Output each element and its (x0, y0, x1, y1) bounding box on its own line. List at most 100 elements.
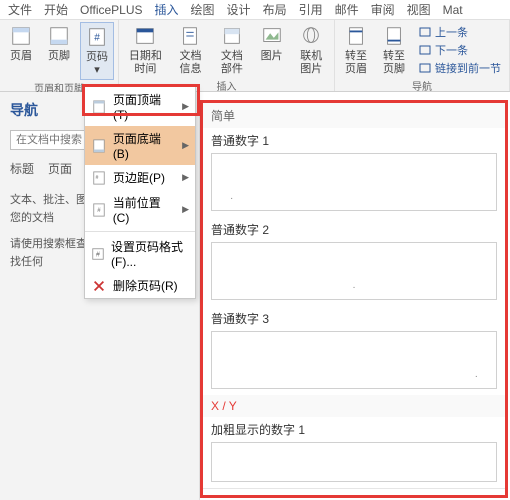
goto-header-icon (344, 24, 368, 48)
menu-page-bottom-label: 页面底端(B) (113, 130, 176, 161)
menu-remove-page-number[interactable]: 删除页码(R) (85, 273, 195, 298)
gallery-item-2[interactable]: 普通数字 2 · (203, 217, 505, 306)
menu-current-position[interactable]: # 当前位置(C) ▶ (85, 190, 195, 229)
nav-tab-pages[interactable]: 页面 (48, 160, 72, 177)
chevron-right-icon: ▶ (182, 172, 189, 183)
date-time-label: 日期和时间 (127, 50, 164, 76)
header-button[interactable]: 页眉 (4, 22, 38, 80)
online-picture-label: 联机图片 (297, 50, 326, 76)
nav-links: 上一条 下一条 链接到前一节 (415, 22, 505, 78)
group-header-footer: 页眉 页脚 # 页码 ▾ 页眉和页脚 (0, 20, 119, 91)
next-link[interactable]: 下一条 (419, 42, 501, 58)
group-insert-label: 插入 (217, 78, 237, 94)
footer-icon (47, 24, 71, 48)
doc-info-button[interactable]: 文档信息 (172, 22, 209, 78)
doc-parts-button[interactable]: 文档部件 (213, 22, 250, 78)
menu-page-top-label: 页面顶端(T) (113, 91, 176, 122)
menu-page-bottom[interactable]: 页面底端(B) ▶ (85, 126, 195, 165)
menu-separator (85, 231, 195, 232)
gallery-item-3[interactable]: 普通数字 3 · (203, 306, 505, 395)
menu-remove-label: 删除页码(R) (113, 277, 178, 294)
tab-mat[interactable]: Mat (443, 3, 463, 17)
tab-officeplus[interactable]: OfficePLUS (80, 3, 142, 17)
next-icon (419, 45, 431, 55)
header-icon (9, 24, 33, 48)
page-number-menu: 页面顶端(T) ▶ 页面底端(B) ▶ # 页边距(P) ▶ # 当前位置(C)… (84, 86, 196, 299)
gallery-item-bold-1-label: 加粗显示的数字 1 (211, 421, 497, 438)
group-navigation-label: 导航 (412, 78, 432, 94)
goto-footer-label: 转至页脚 (381, 50, 407, 76)
format-icon: # (91, 246, 105, 262)
prev-icon (419, 27, 431, 37)
svg-text:#: # (96, 174, 99, 180)
menu-format-page-number[interactable]: # 设置页码格式(F)... (85, 234, 195, 273)
tab-file[interactable]: 文件 (8, 1, 32, 18)
picture-icon (260, 24, 284, 48)
current-pos-icon: # (91, 202, 107, 218)
tab-references[interactable]: 引用 (299, 1, 323, 18)
tab-insert[interactable]: 插入 (155, 1, 179, 18)
page-bottom-icon (91, 138, 107, 154)
footer-label: 页脚 (48, 50, 70, 63)
date-time-button[interactable]: 日期和时间 (123, 22, 168, 78)
goto-header-button[interactable]: 转至页眉 (339, 22, 373, 78)
menu-format-label: 设置页码格式(F)... (111, 238, 189, 269)
svg-text:#: # (97, 206, 101, 213)
gallery-item-2-label: 普通数字 2 (211, 221, 497, 238)
goto-footer-icon (382, 24, 406, 48)
menu-current-position-label: 当前位置(C) (113, 194, 176, 225)
gallery-section-xy: X / Y (203, 395, 505, 417)
svg-text:#: # (96, 251, 100, 258)
tab-review[interactable]: 审阅 (371, 1, 395, 18)
chevron-right-icon: ▶ (182, 101, 189, 112)
gallery-item-bold-1[interactable]: 加粗显示的数字 1 (203, 417, 505, 488)
menu-page-margin-label: 页边距(P) (113, 169, 165, 186)
page-number-icon: # (85, 25, 109, 49)
tab-draw[interactable]: 绘图 (191, 1, 215, 18)
doc-parts-label: 文档部件 (217, 50, 246, 76)
doc-info-label: 文档信息 (176, 50, 205, 76)
picture-label: 图片 (261, 50, 283, 63)
chevron-right-icon: ▶ (182, 140, 189, 151)
tab-layout[interactable]: 布局 (263, 1, 287, 18)
menu-page-top[interactable]: 页面顶端(T) ▶ (85, 87, 195, 126)
page-number-button[interactable]: # 页码 ▾ (80, 22, 114, 80)
goto-footer-button[interactable]: 转至页脚 (377, 22, 411, 78)
remove-icon (91, 278, 107, 294)
gallery-section-simple: 简单 (203, 103, 505, 128)
tab-view[interactable]: 视图 (407, 1, 431, 18)
doc-info-icon (178, 24, 202, 48)
gallery-save-selection[interactable]: 💾 将所选内容另存为页码(底端)(S) (203, 488, 505, 498)
doc-parts-icon (220, 24, 244, 48)
footer-button[interactable]: 页脚 (42, 22, 76, 80)
online-picture-button[interactable]: 联机图片 (293, 22, 330, 78)
menu-page-margin[interactable]: # 页边距(P) ▶ (85, 165, 195, 190)
page-top-icon (91, 99, 107, 115)
page-margin-icon: # (91, 170, 107, 186)
gallery-preview-1: · (211, 153, 497, 211)
gallery-item-1[interactable]: 普通数字 1 · (203, 128, 505, 217)
prev-link[interactable]: 上一条 (419, 24, 501, 40)
nav-tab-headings[interactable]: 标题 (10, 160, 34, 177)
page-number-gallery: 简单 普通数字 1 · 普通数字 2 · 普通数字 3 · X / Y 加粗显示… (200, 100, 508, 498)
page-number-label: 页码 ▾ (85, 51, 109, 77)
header-label: 页眉 (10, 50, 32, 63)
gallery-preview-2: · (211, 242, 497, 300)
tab-bar: 文件 开始 OfficePLUS 插入 绘图 设计 布局 引用 邮件 审阅 视图… (0, 0, 510, 20)
gallery-item-3-label: 普通数字 3 (211, 310, 497, 327)
gallery-item-1-label: 普通数字 1 (211, 132, 497, 149)
svg-text:#: # (94, 33, 100, 44)
date-time-icon (133, 24, 157, 48)
link-icon (419, 63, 431, 73)
link-prev-link[interactable]: 链接到前一节 (419, 60, 501, 76)
tab-mail[interactable]: 邮件 (335, 1, 359, 18)
tab-home[interactable]: 开始 (44, 1, 68, 18)
gallery-preview-bold-1 (211, 442, 497, 482)
group-insert: 日期和时间 文档信息 文档部件 图片 联机图片 插入 (119, 20, 335, 91)
online-picture-icon (299, 24, 323, 48)
group-navigation: 转至页眉 转至页脚 上一条 下一条 链接到前一节 导航 (335, 20, 510, 91)
tab-design[interactable]: 设计 (227, 1, 251, 18)
picture-button[interactable]: 图片 (255, 22, 289, 78)
ribbon: 页眉 页脚 # 页码 ▾ 页眉和页脚 日期和时间 文档信息 (0, 20, 510, 92)
goto-header-label: 转至页眉 (343, 50, 369, 76)
